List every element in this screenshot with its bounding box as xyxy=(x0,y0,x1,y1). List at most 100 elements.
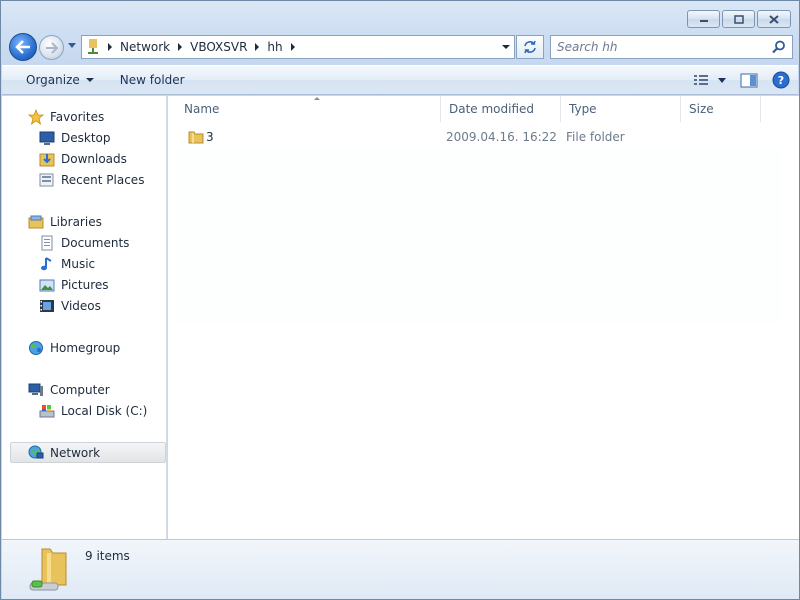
sort-ascending-icon xyxy=(314,97,320,100)
maximize-button[interactable] xyxy=(722,10,755,28)
nav-favorites[interactable]: Favorites xyxy=(2,106,167,127)
nav-libraries[interactable]: Libraries xyxy=(2,211,167,232)
breadcrumb-separator[interactable] xyxy=(108,43,112,51)
nav-favorites-label: Favorites xyxy=(50,109,105,124)
recent-places-icon xyxy=(39,173,54,186)
computer-icon xyxy=(28,383,43,396)
arrow-right-icon xyxy=(45,41,58,54)
column-header-size[interactable]: Size xyxy=(681,96,761,122)
refresh-icon xyxy=(524,40,536,54)
navigation-bar: Network VBOXSVR hh xyxy=(9,33,793,61)
desktop-icon xyxy=(39,131,55,145)
breadcrumb-separator[interactable] xyxy=(290,43,295,51)
videos-icon xyxy=(40,299,54,312)
star-icon xyxy=(28,108,44,125)
breadcrumb-separator[interactable] xyxy=(255,43,260,51)
breadcrumb-vboxsvr[interactable]: VBOXSVR xyxy=(190,40,247,54)
folder-icon xyxy=(188,131,204,144)
navigation-pane: Favorites Desktop Downloads Recent Place… xyxy=(2,96,167,539)
nav-recent-places[interactable]: Recent Places xyxy=(2,169,167,190)
music-icon xyxy=(41,256,52,270)
command-bar: Organize New folder ? xyxy=(2,65,798,95)
column-header-date-label: Date modified xyxy=(449,102,535,116)
nav-homegroup-label: Homegroup xyxy=(50,340,121,355)
help-icon: ? xyxy=(772,71,790,89)
details-pane: 9 items xyxy=(2,539,799,599)
local-disk-icon xyxy=(39,404,55,417)
explorer-window: Network VBOXSVR hh Organize New folder xyxy=(0,0,800,600)
nav-music-label: Music xyxy=(61,256,96,271)
help-button[interactable]: ? xyxy=(770,69,792,91)
recent-pages-dropdown[interactable] xyxy=(67,42,77,50)
nav-pictures-label: Pictures xyxy=(61,277,109,292)
nav-downloads[interactable]: Downloads xyxy=(2,148,167,169)
nav-desktop[interactable]: Desktop xyxy=(2,127,167,148)
search-input[interactable] xyxy=(557,40,767,54)
address-bar[interactable]: Network VBOXSVR hh xyxy=(81,35,515,59)
nav-local-disk[interactable]: Local Disk (C:) xyxy=(2,400,167,421)
toolbar-right: ? xyxy=(692,69,792,91)
nav-music[interactable]: Music xyxy=(2,253,167,274)
new-folder-label: New folder xyxy=(119,73,185,87)
file-type: File folder xyxy=(566,130,625,144)
nav-network-label: Network xyxy=(50,445,101,460)
nav-documents[interactable]: Documents xyxy=(2,232,167,253)
nav-pictures[interactable]: Pictures xyxy=(2,274,167,295)
close-icon xyxy=(769,14,779,24)
nav-documents-label: Documents xyxy=(61,235,130,250)
nav-recent-places-label: Recent Places xyxy=(61,172,145,187)
nav-libraries-label: Libraries xyxy=(50,214,102,229)
nav-computer-label: Computer xyxy=(50,382,110,397)
column-header-date-modified[interactable]: Date modified xyxy=(441,96,561,122)
nav-computer[interactable]: Computer xyxy=(2,379,167,400)
nav-local-disk-label: Local Disk (C:) xyxy=(61,403,148,418)
documents-icon xyxy=(41,235,53,250)
nav-videos[interactable]: Videos xyxy=(2,295,167,316)
back-button[interactable] xyxy=(9,33,37,61)
downloads-icon xyxy=(39,153,55,166)
column-headers: Name Date modified Type Size xyxy=(176,96,776,122)
close-button[interactable] xyxy=(757,10,791,28)
search-box xyxy=(550,35,793,59)
file-date-modified: 2009.04.16. 16:22 xyxy=(446,130,557,144)
forward-button[interactable] xyxy=(39,35,64,60)
restore-icon xyxy=(733,14,744,24)
breadcrumb-network[interactable]: Network xyxy=(120,40,170,54)
column-header-type[interactable]: Type xyxy=(561,96,681,122)
nav-desktop-label: Desktop xyxy=(61,130,111,145)
file-name: 3 xyxy=(206,130,214,144)
chevron-down-icon[interactable] xyxy=(502,45,510,49)
libraries-icon xyxy=(28,215,44,228)
new-folder-button[interactable]: New folder xyxy=(110,68,195,92)
caption-buttons xyxy=(687,10,791,28)
organize-button[interactable]: Organize xyxy=(16,68,104,92)
chevron-down-icon xyxy=(85,78,94,82)
breadcrumb-separator[interactable] xyxy=(178,43,183,51)
minimize-button[interactable] xyxy=(687,10,720,28)
column-header-name-label: Name xyxy=(184,102,220,116)
refresh-button[interactable] xyxy=(516,35,544,59)
arrow-left-icon xyxy=(15,40,30,54)
column-header-size-label: Size xyxy=(689,102,714,116)
item-count: 9 items xyxy=(85,549,130,563)
column-header-name[interactable]: Name xyxy=(176,96,441,122)
details-view-icon xyxy=(694,75,726,85)
svg-text:?: ? xyxy=(778,74,784,87)
change-view-button[interactable] xyxy=(692,69,728,91)
column-header-type-label: Type xyxy=(569,102,597,116)
table-row[interactable]: 3 2009.04.16. 16:22 File folder xyxy=(176,126,782,148)
nav-network[interactable]: Network xyxy=(10,442,166,463)
file-list-area xyxy=(176,148,782,324)
preview-pane-icon xyxy=(740,73,758,87)
breadcrumb-hh[interactable]: hh xyxy=(267,40,282,54)
nav-downloads-label: Downloads xyxy=(61,151,127,166)
minimize-icon xyxy=(699,20,708,22)
network-icon xyxy=(28,445,44,458)
preview-pane-button[interactable] xyxy=(738,69,760,91)
homegroup-icon xyxy=(29,340,43,355)
organize-label: Organize xyxy=(26,73,80,87)
nav-videos-label: Videos xyxy=(61,298,101,313)
nav-homegroup[interactable]: Homegroup xyxy=(2,337,167,358)
file-list: Name Date modified Type Size 3 2009.04.1… xyxy=(168,96,799,539)
search-icon[interactable] xyxy=(772,40,786,54)
